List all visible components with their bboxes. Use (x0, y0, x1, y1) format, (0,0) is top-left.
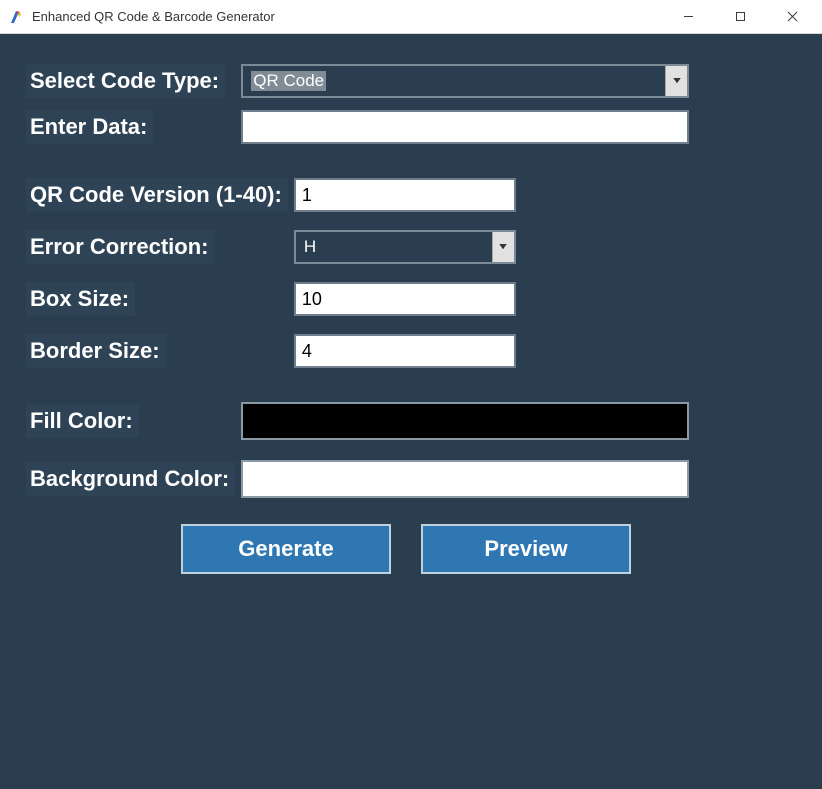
fill-color-swatch[interactable] (241, 402, 689, 440)
border-size-input[interactable] (294, 334, 516, 368)
row-enter-data: Enter Data: (26, 110, 786, 144)
label-box-size: Box Size: (26, 282, 135, 316)
form: Select Code Type: QR Code Enter Data: QR… (26, 64, 786, 574)
enter-data-input[interactable] (241, 110, 689, 144)
code-type-value: QR Code (243, 66, 665, 96)
bg-color-swatch[interactable] (241, 460, 689, 498)
window-titlebar: Enhanced QR Code & Barcode Generator (0, 0, 822, 34)
label-qr-version: QR Code Version (1-40): (26, 178, 288, 212)
label-error-correction: Error Correction: (26, 230, 214, 264)
error-correction-value: H (296, 232, 492, 262)
window-title: Enhanced QR Code & Barcode Generator (32, 9, 275, 24)
label-fill-color: Fill Color: (26, 404, 139, 438)
app-feather-icon (8, 9, 24, 25)
row-fill-color: Fill Color: (26, 402, 786, 440)
box-size-input[interactable] (294, 282, 516, 316)
row-error-correction: Error Correction: H (26, 230, 786, 264)
close-button[interactable] (766, 0, 818, 34)
label-enter-data: Enter Data: (26, 110, 153, 144)
button-row: Generate Preview (26, 524, 786, 574)
chevron-down-icon[interactable] (492, 232, 514, 262)
maximize-button[interactable] (714, 0, 766, 34)
code-type-combobox[interactable]: QR Code (241, 64, 689, 98)
label-border-size: Border Size: (26, 334, 166, 368)
label-bg-color: Background Color: (26, 462, 235, 496)
row-code-type: Select Code Type: QR Code (26, 64, 786, 98)
label-code-type: Select Code Type: (26, 64, 225, 98)
chevron-down-icon[interactable] (665, 66, 687, 96)
row-qr-version: QR Code Version (1-40): (26, 178, 786, 212)
preview-button[interactable]: Preview (421, 524, 631, 574)
generate-button[interactable]: Generate (181, 524, 391, 574)
minimize-button[interactable] (662, 0, 714, 34)
row-border-size: Border Size: (26, 334, 786, 368)
row-bg-color: Background Color: (26, 460, 786, 498)
error-correction-combobox[interactable]: H (294, 230, 516, 264)
row-box-size: Box Size: (26, 282, 786, 316)
client-area: Select Code Type: QR Code Enter Data: QR… (0, 34, 822, 789)
qr-version-input[interactable] (294, 178, 516, 212)
